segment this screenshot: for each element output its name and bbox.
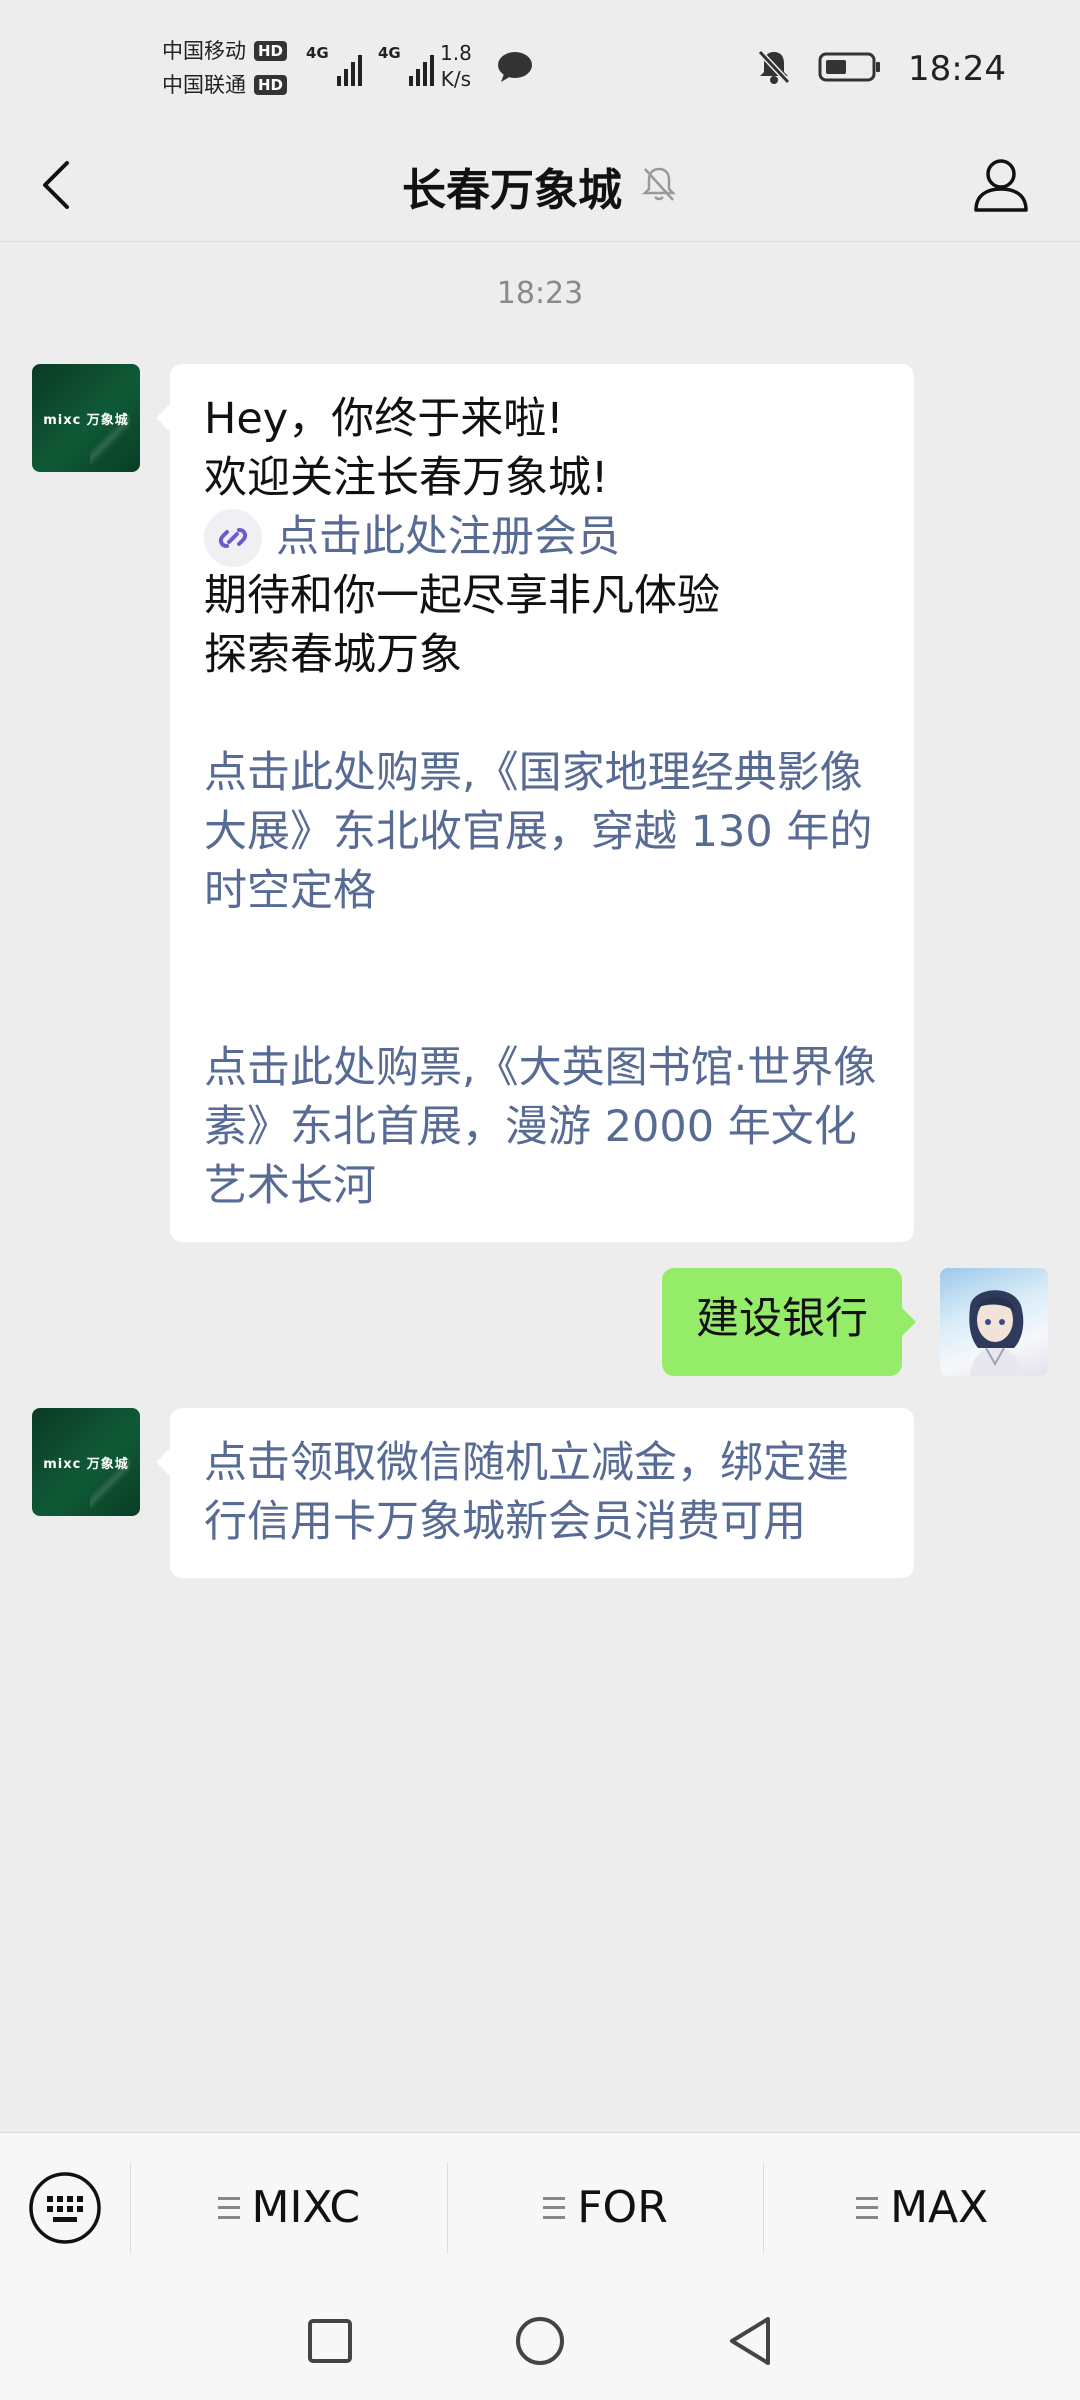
profile-button[interactable] — [966, 148, 1036, 222]
message-bubble-welcome[interactable]: Hey，你终于来啦! 欢迎关注长春万象城! 点击此处注册会员 期待和你一起尽享非… — [156, 364, 914, 1242]
menu-item-mixc[interactable]: MIXC — [130, 2162, 447, 2253]
user-avatar[interactable] — [940, 1268, 1048, 1376]
net-speed: 1.8 K/s — [440, 41, 472, 91]
carrier-1: 中国移动 — [162, 39, 246, 63]
keyboard-icon — [29, 2171, 101, 2244]
page-title: 长春万象城 — [402, 165, 622, 216]
carrier-info: 中国移动 HD 中国联通 HD — [162, 34, 288, 102]
ticket-link-british-library[interactable]: 点击此处购票,《大英图书馆·世界像素》东北首展，漫游 2000 年文化艺术长河 — [204, 1039, 880, 1216]
carrier-2: 中国联通 — [162, 73, 246, 97]
menu-lines-icon — [217, 2196, 240, 2219]
home-button[interactable] — [510, 2311, 570, 2371]
signal-icon: 4G — [306, 44, 362, 86]
mini-program-icon — [204, 508, 262, 567]
ticket-link-national-geographic[interactable]: 点击此处购票,《国家地理经典影像大展》东北收官展，穿越 130 年的时空定格 — [204, 744, 880, 921]
mute-icon — [756, 48, 792, 90]
official-account-menu: MIXC FOR MAX — [0, 2132, 1080, 2282]
anime-avatar-image — [969, 1290, 1024, 1376]
official-account-avatar[interactable]: mixc 万象城 — [32, 1408, 140, 1516]
mini-program-link[interactable]: 点击此处注册会员 — [204, 508, 880, 567]
message-notification-icon — [496, 50, 534, 88]
muted-bell-icon — [640, 164, 678, 208]
keyboard-toggle-button[interactable] — [0, 2133, 130, 2283]
message-bubble-promo[interactable]: 点击领取微信随机立减金，绑定建行信用卡万象城新会员消费可用 — [156, 1408, 914, 1578]
official-account-avatar[interactable]: mixc 万象城 — [32, 364, 140, 472]
recents-button[interactable] — [300, 2311, 360, 2371]
status-clock: 18:24 — [908, 49, 1006, 89]
person-icon — [974, 159, 1028, 212]
menu-lines-icon — [856, 2196, 879, 2219]
back-nav-button[interactable] — [720, 2311, 780, 2371]
signal-icon: 4G — [378, 44, 434, 86]
system-nav-bar — [0, 2282, 1080, 2400]
hd-badge: HD — [254, 75, 288, 95]
menu-lines-icon — [543, 2196, 566, 2219]
triangle-back-icon — [730, 2317, 770, 2365]
square-icon — [308, 2319, 352, 2363]
chat-timestamp: 18:23 — [496, 276, 584, 311]
mixc-logo: mixc 万象城 — [43, 412, 129, 428]
message-bubble-user[interactable]: 建设银行 — [662, 1268, 916, 1376]
chat-header: 长春万象城 — [0, 130, 1080, 242]
menu-item-max[interactable]: MAX — [763, 2162, 1080, 2253]
menu-item-for[interactable]: FOR — [446, 2162, 764, 2253]
cashback-link[interactable]: 点击领取微信随机立减金，绑定建行信用卡万象城新会员消费可用 — [204, 1434, 880, 1552]
battery-icon — [818, 51, 882, 87]
hd-badge: HD — [254, 41, 288, 61]
circle-icon — [516, 2317, 564, 2365]
signal-icons: 4G 4G — [306, 44, 434, 86]
status-bar: 中国移动 HD 中国联通 HD 4G 4G 1.8 K/s 18:24 — [0, 0, 1080, 130]
mixc-logo: mixc 万象城 — [43, 1456, 129, 1472]
